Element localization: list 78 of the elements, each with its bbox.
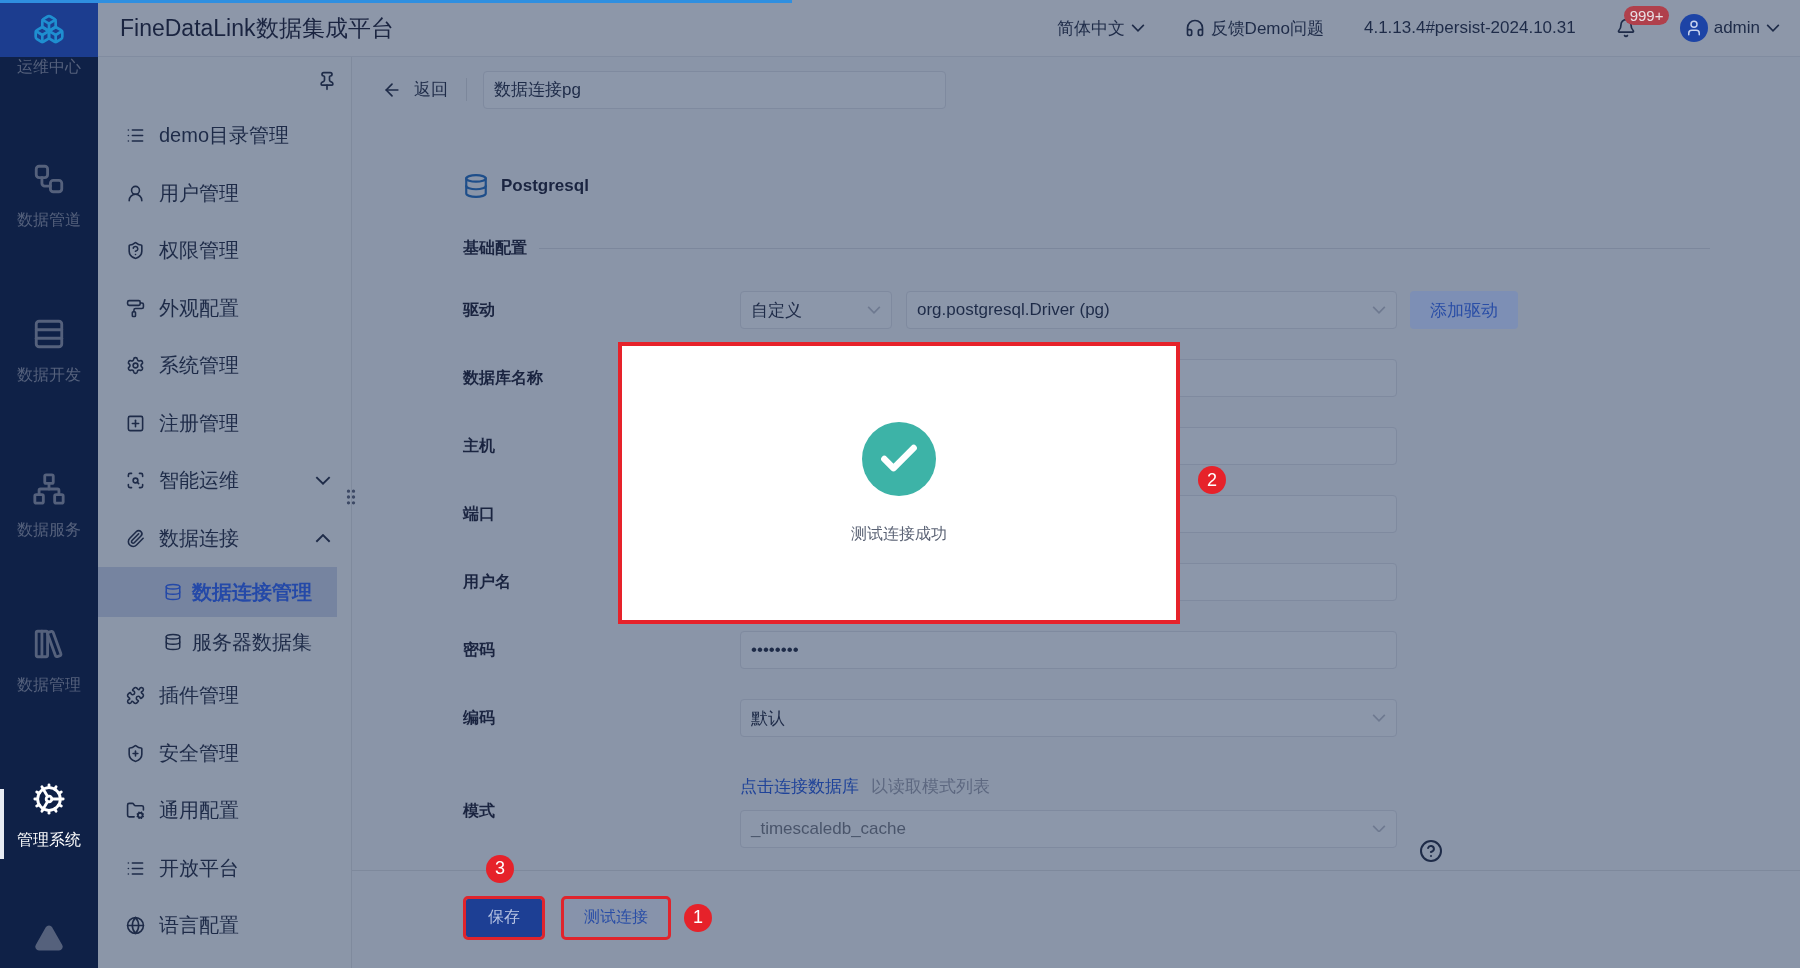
field-label: 主机 xyxy=(463,435,496,456)
menu-item-icon xyxy=(126,413,145,433)
sidebar-item[interactable]: 数据连接 xyxy=(98,509,351,567)
field-label: 用户名 xyxy=(463,571,512,592)
rail-item[interactable]: 管理系统 xyxy=(0,739,98,894)
sidebar-item[interactable]: 安全管理 xyxy=(98,724,351,782)
module-icon xyxy=(32,472,66,506)
sidebar-item[interactable]: 外观配置 xyxy=(98,279,351,337)
sidebar-item[interactable]: 通用配置 xyxy=(98,782,351,840)
rail-item[interactable]: 数据服务 xyxy=(0,429,98,584)
sidebar-item[interactable]: 开放平台 xyxy=(98,839,351,897)
sidebar-item[interactable]: 插件管理 xyxy=(98,667,351,725)
feedback-link[interactable]: 反馈Demo问题 xyxy=(1184,16,1324,40)
database-icon xyxy=(164,633,182,651)
field-label: 模式 xyxy=(463,800,496,821)
rail-item[interactable]: 数据开发 xyxy=(0,274,98,429)
sidebar-item[interactable]: 语言配置 xyxy=(98,897,351,955)
field-label: 数据库名称 xyxy=(463,367,544,388)
chevron-up-icon xyxy=(315,533,331,543)
back-link[interactable]: 返回 xyxy=(382,78,467,101)
sidebar-item[interactable]: 系统管理 xyxy=(98,337,351,395)
menu-item-icon xyxy=(126,916,145,936)
menu-item-icon xyxy=(126,183,145,203)
section-title: 基础配置 xyxy=(463,237,527,258)
sidebar-item[interactable]: 用户管理 xyxy=(98,164,351,222)
module-icon xyxy=(32,782,66,816)
avatar-icon xyxy=(1679,14,1708,42)
language-selector[interactable]: 简体中文 xyxy=(1056,16,1145,40)
chevron-down-icon xyxy=(1372,306,1386,314)
step-marker: 1 xyxy=(684,903,712,932)
chevron-down-icon xyxy=(1372,714,1386,722)
version-text: 4.1.13.4#persist-2024.10.31 xyxy=(1363,18,1576,38)
sidebar-subitem[interactable]: 服务器数据集 xyxy=(98,617,337,667)
connection-name-field[interactable]: 数据连接pg xyxy=(483,70,946,109)
rail-item[interactable]: 运维中心 xyxy=(0,57,98,119)
select-field[interactable]: 自定义 xyxy=(740,291,892,329)
field-label: 编码 xyxy=(463,707,496,728)
menu-item-icon xyxy=(126,801,145,821)
chevron-down-icon xyxy=(867,306,881,314)
triangle-icon[interactable] xyxy=(34,923,64,953)
select-field[interactable]: org.postgresql.Driver (pg) xyxy=(906,291,1397,329)
chevron-down-icon xyxy=(1766,24,1780,32)
rail-item[interactable]: 数据管道 xyxy=(0,119,98,274)
add-driver-button[interactable]: 添加驱动 xyxy=(1410,291,1518,329)
app-title: FineDataLink数据集成平台 xyxy=(120,13,394,43)
success-message: 测试连接成功 xyxy=(851,523,947,544)
chevron-down-icon xyxy=(315,476,331,486)
field-label: 端口 xyxy=(463,503,496,524)
sidebar-item[interactable]: 注册管理 xyxy=(98,394,351,452)
menu-item-icon xyxy=(126,241,145,261)
chevron-down-icon xyxy=(1130,24,1145,32)
pin-icon[interactable] xyxy=(317,71,337,91)
sidebar-item[interactable]: 智能运维 xyxy=(98,452,351,510)
field-label: 密码 xyxy=(463,639,496,660)
module-icon xyxy=(32,317,66,351)
database-icon xyxy=(164,583,182,601)
step-marker: 3 xyxy=(486,854,514,883)
connector-name: Postgresql xyxy=(501,176,589,196)
field-label: 驱动 xyxy=(463,299,496,320)
cube-logo-icon xyxy=(33,12,65,45)
menu-item-icon xyxy=(126,743,145,763)
rail-item[interactable]: 数据管理 xyxy=(0,584,98,739)
step-marker: 2 xyxy=(1198,466,1226,494)
menu-item-icon xyxy=(126,686,145,706)
menu-item-icon xyxy=(126,356,145,376)
menu-item-icon xyxy=(126,528,145,548)
help-icon[interactable] xyxy=(1419,839,1443,863)
module-icon xyxy=(32,162,66,196)
select-field[interactable]: 默认 xyxy=(740,699,1397,737)
menu-item-icon xyxy=(126,471,145,491)
headset-icon xyxy=(1184,18,1205,38)
sidebar-item[interactable]: demo目录管理 xyxy=(98,107,351,165)
chevron-down-icon xyxy=(1372,824,1386,833)
password-field[interactable]: •••••••• xyxy=(740,631,1397,669)
user-menu[interactable]: admin xyxy=(1679,14,1780,42)
sidebar-item[interactable]: 权限管理 xyxy=(98,222,351,280)
menu-item-icon xyxy=(126,298,145,318)
notification-badge: 999+ xyxy=(1623,6,1670,25)
